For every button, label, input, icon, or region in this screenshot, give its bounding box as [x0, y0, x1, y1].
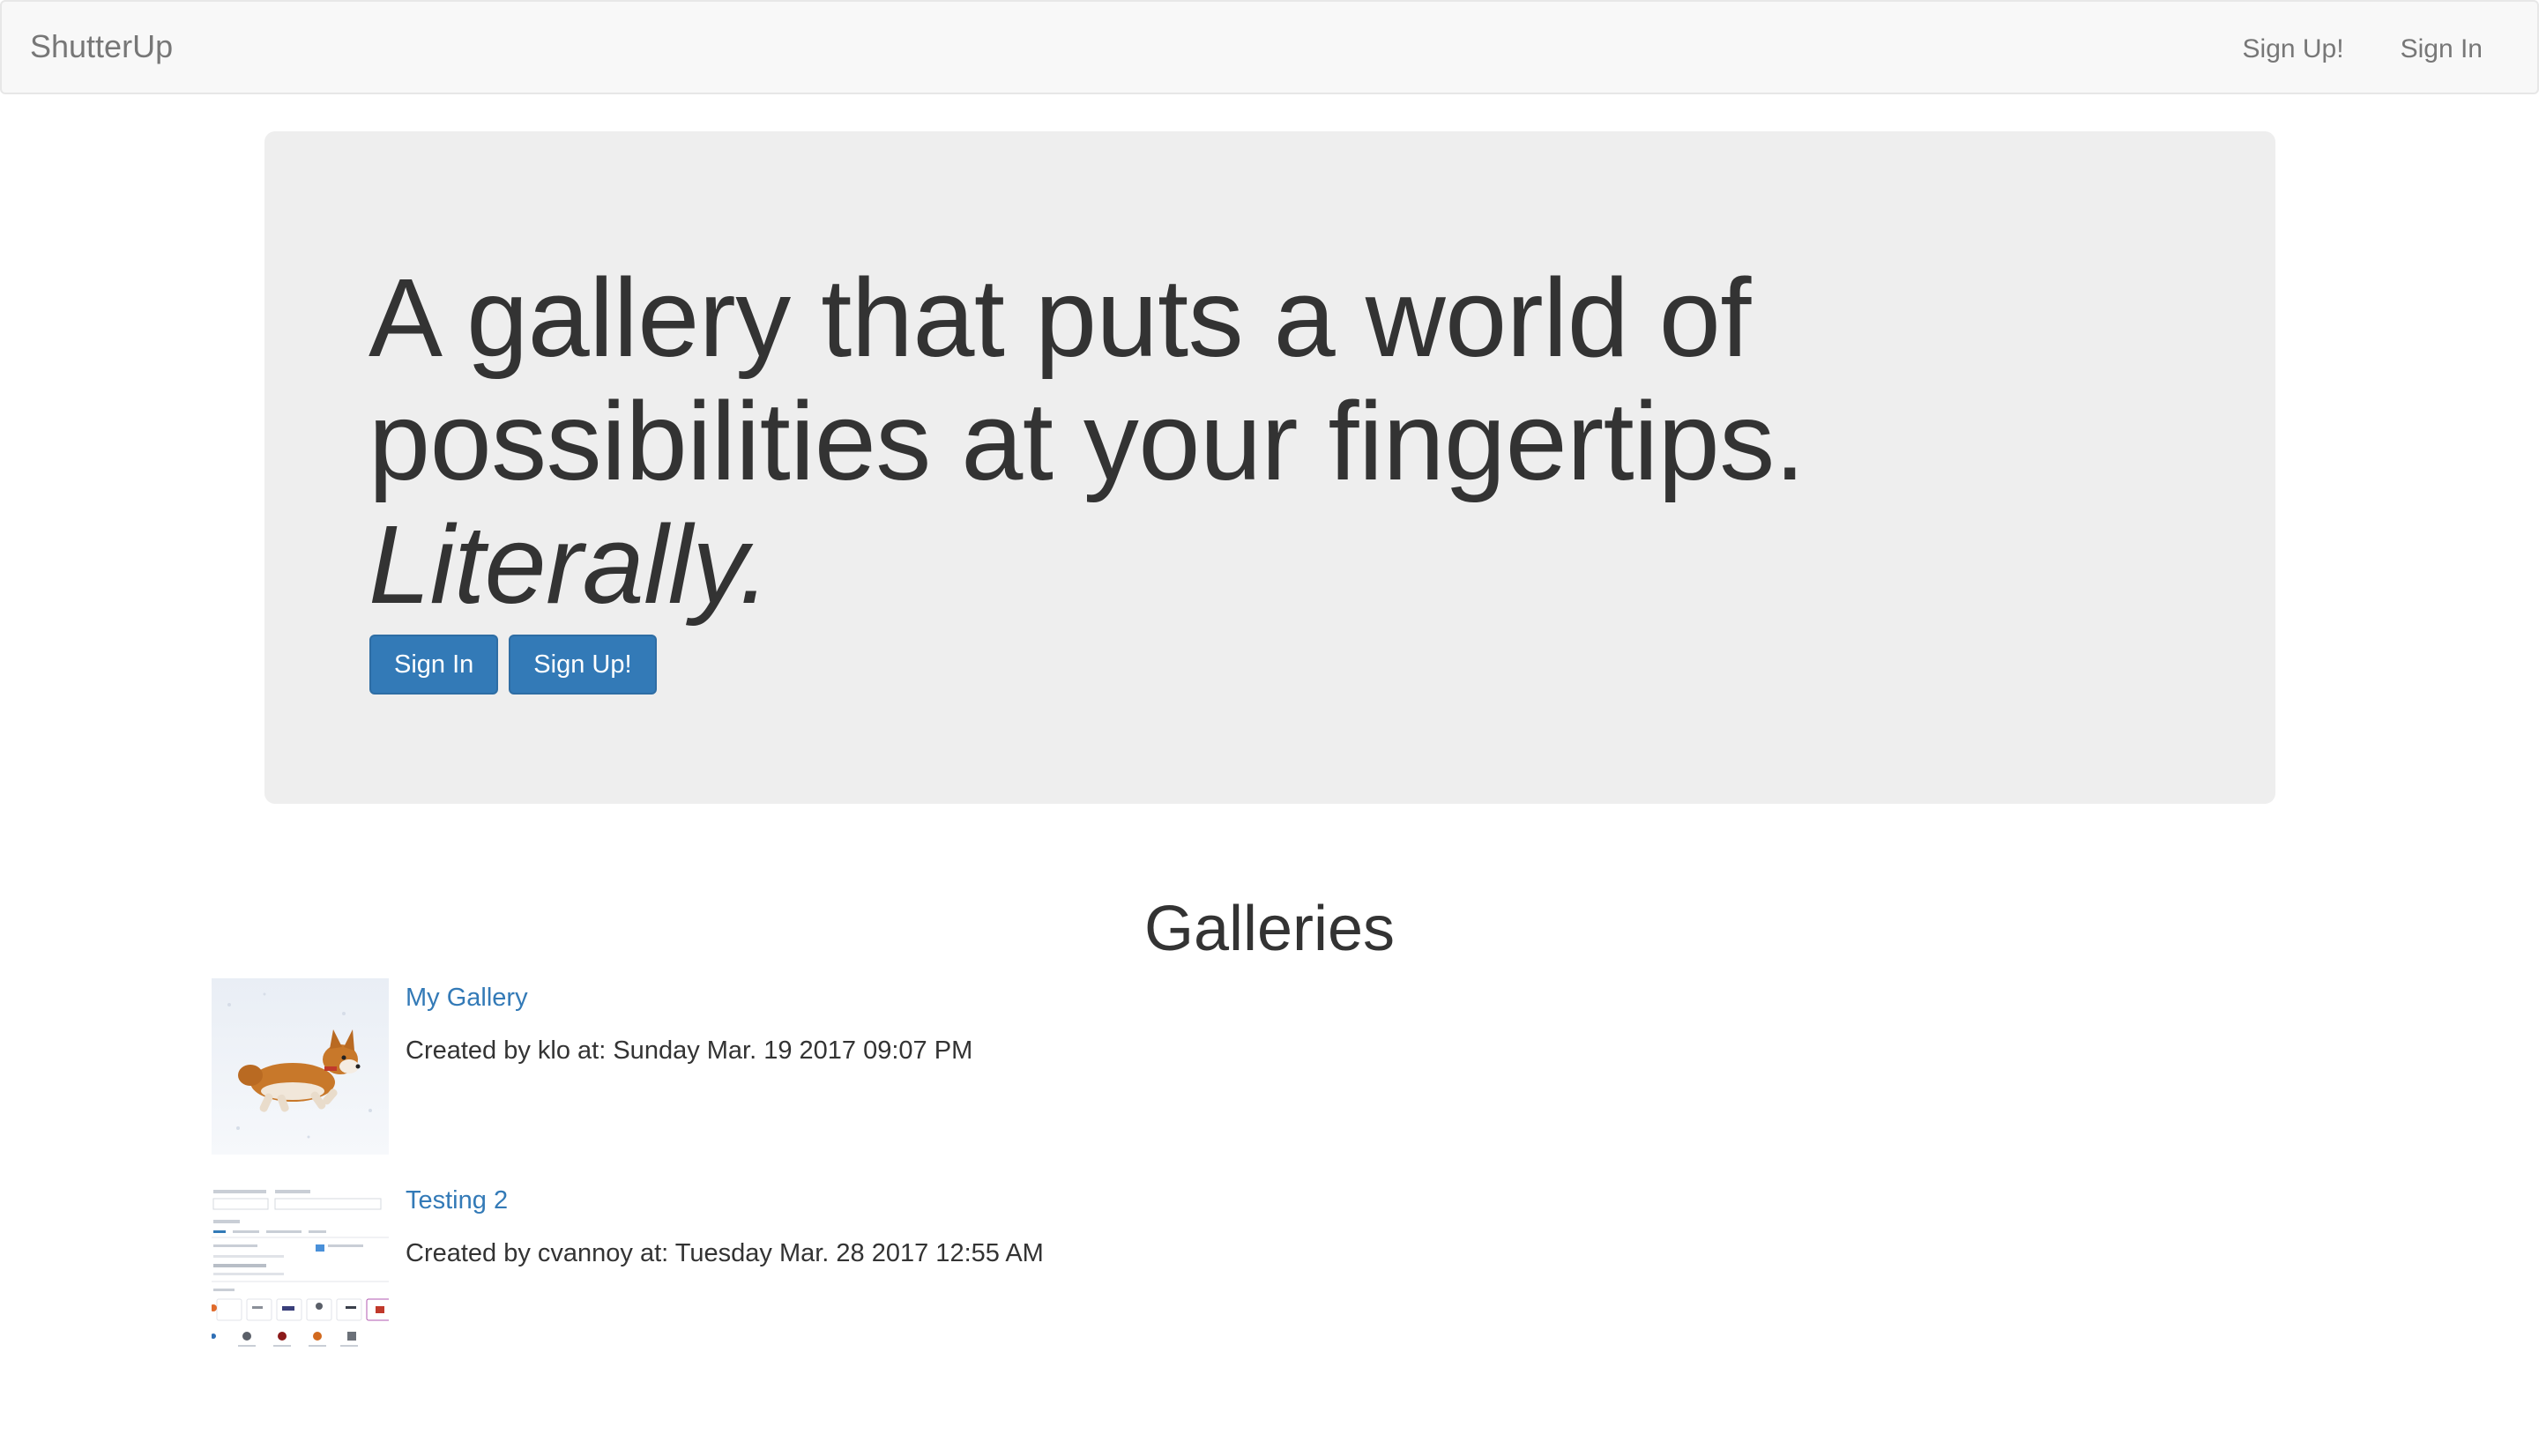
gallery-created-meta: Created by klo at: Sunday Mar. 19 2017 0…	[406, 1036, 973, 1065]
hero-buttons: Sign In Sign Up!	[369, 635, 657, 695]
gallery-item: My Gallery Created by klo at: Sunday Mar…	[212, 978, 2327, 1155]
brand-link[interactable]: ShutterUp	[30, 26, 173, 67]
hero-headline-emphasis: Literally.	[369, 502, 770, 627]
gallery-name-link[interactable]: My Gallery	[406, 980, 972, 1015]
nav-sign-in-link[interactable]: Sign In	[2401, 32, 2483, 67]
hero-jumbotron: A gallery that puts a world of possibili…	[264, 131, 2275, 804]
hero-sign-in-button[interactable]: Sign In	[369, 635, 499, 695]
corgi-photo-icon	[212, 978, 389, 1155]
gallery-item-body: My Gallery Created by klo at: Sunday Mar…	[406, 978, 972, 1068]
hero-headline: A gallery that puts a world of possibili…	[369, 256, 2220, 627]
gallery-thumbnail-corgi[interactable]	[212, 978, 389, 1155]
nav-right-links: Sign Up! Sign In	[2243, 32, 2483, 67]
gallery-list: My Gallery Created by klo at: Sunday Mar…	[212, 978, 2327, 1384]
gallery-item: Testing 2 Created by cvannoy at: Tuesday…	[212, 1181, 2327, 1357]
form-screenshot-icon	[212, 1181, 389, 1357]
galleries-heading: Galleries	[1143, 894, 1396, 964]
nav-sign-up-link[interactable]: Sign Up!	[2243, 32, 2344, 67]
gallery-created-meta: Created by cvannoy at: Tuesday Mar. 28 2…	[406, 1239, 1044, 1267]
navbar: ShutterUp Sign Up! Sign In	[0, 0, 2539, 94]
hero-sign-up-button[interactable]: Sign Up!	[509, 635, 657, 695]
hero-headline-line-1: A gallery that puts a world of	[369, 256, 1751, 380]
hero-headline-line-2: possibilities at your fingertips.	[369, 379, 1806, 503]
gallery-thumbnail-screenshot[interactable]	[212, 1181, 389, 1357]
gallery-name-link[interactable]: Testing 2	[406, 1183, 1044, 1218]
gallery-item-body: Testing 2 Created by cvannoy at: Tuesday…	[406, 1181, 1044, 1271]
